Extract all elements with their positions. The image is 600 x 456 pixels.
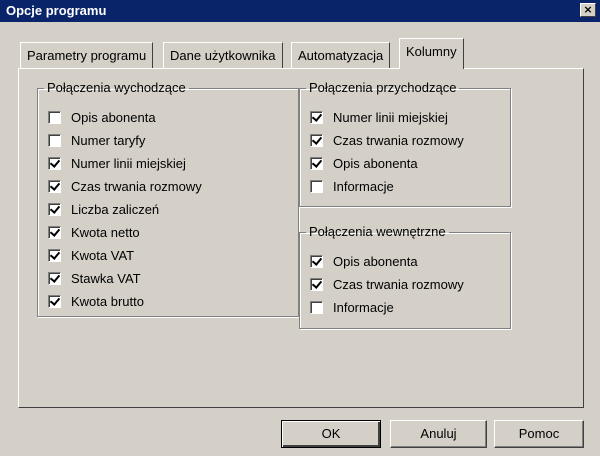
group-internal-title: Połączenia wewnętrzne	[309, 224, 446, 239]
checkbox-label: Liczba zaliczeń	[71, 201, 160, 217]
group-outgoing: Połączenia wychodzące Opis abonenta Nume…	[37, 81, 299, 317]
tab-automatyzacja[interactable]: Automatyzacja	[291, 42, 391, 68]
checkbox-row[interactable]: Czas trwania rozmowy	[48, 178, 202, 194]
close-icon: ×	[583, 3, 593, 16]
checkbox-row[interactable]: Numer linii miejskiej	[310, 109, 448, 125]
options-dialog: Opcje programu × Parametry programu Dane…	[0, 0, 600, 456]
checkbox[interactable]	[48, 294, 61, 308]
checkbox[interactable]	[310, 277, 323, 291]
group-incoming: Połączenia przychodzące Numer linii miej…	[299, 81, 511, 207]
checkbox-label: Opis abonenta	[333, 155, 418, 171]
group-incoming-title: Połączenia przychodzące	[309, 80, 457, 95]
checkbox-label: Czas trwania rozmowy	[333, 276, 464, 292]
checkbox[interactable]	[48, 202, 61, 216]
checkbox[interactable]	[310, 156, 323, 170]
title-bar[interactable]: Opcje programu ×	[0, 0, 600, 22]
checkbox[interactable]	[48, 248, 61, 262]
ok-button-label: OK	[321, 426, 341, 441]
group-outgoing-title: Połączenia wychodzące	[47, 80, 186, 95]
checkbox-label: Czas trwania rozmowy	[333, 132, 464, 148]
close-button[interactable]: ×	[580, 3, 596, 17]
checkbox-label: Numer linii miejskiej	[71, 155, 186, 171]
checkbox-label: Informacje	[333, 299, 394, 315]
checkbox-label: Kwota VAT	[71, 247, 135, 263]
checkbox-row[interactable]: Kwota brutto	[48, 293, 144, 309]
checkbox[interactable]	[48, 110, 61, 124]
checkbox-row[interactable]: Stawka VAT	[48, 270, 141, 286]
cancel-button-label: Anuluj	[420, 426, 457, 441]
checkbox[interactable]	[48, 225, 61, 239]
tab-kolumny[interactable]: Kolumny	[399, 38, 464, 69]
checkbox[interactable]	[48, 179, 61, 193]
checkbox[interactable]	[310, 110, 323, 124]
checkbox-label: Kwota netto	[71, 224, 140, 240]
checkbox-row[interactable]: Informacje	[310, 178, 394, 194]
checkbox-row[interactable]: Numer taryfy	[48, 132, 145, 148]
tab-label: Automatyzacja	[298, 48, 384, 63]
cancel-button[interactable]: Anuluj	[390, 420, 487, 448]
tab-dane-uzytkownika[interactable]: Dane użytkownika	[163, 42, 283, 68]
checkbox-row[interactable]: Czas trwania rozmowy	[310, 132, 464, 148]
tab-label: Dane użytkownika	[170, 48, 276, 63]
tab-label: Parametry programu	[27, 48, 147, 63]
checkbox-label: Kwota brutto	[71, 293, 144, 309]
checkbox-row[interactable]: Numer linii miejskiej	[48, 155, 186, 171]
help-button[interactable]: Pomoc	[494, 420, 584, 448]
checkbox-label: Czas trwania rozmowy	[71, 178, 202, 194]
checkbox[interactable]	[310, 300, 323, 314]
checkbox[interactable]	[48, 133, 61, 147]
checkbox-row[interactable]: Informacje	[310, 299, 394, 315]
checkbox-label: Numer taryfy	[71, 132, 146, 148]
checkbox[interactable]	[310, 254, 323, 268]
tab-parametry-programu[interactable]: Parametry programu	[20, 42, 154, 68]
group-internal: Połączenia wewnętrzne Opis abonenta Czas…	[299, 225, 511, 329]
checkbox-row[interactable]: Liczba zaliczeń	[48, 201, 159, 217]
checkbox-row[interactable]: Kwota netto	[48, 224, 140, 240]
checkbox[interactable]	[48, 271, 61, 285]
checkbox-label: Informacje	[333, 178, 394, 194]
checkbox-row[interactable]: Opis abonenta	[310, 155, 418, 171]
checkbox-label: Opis abonenta	[333, 253, 418, 269]
tab-panel-kolumny: Połączenia wychodzące Opis abonenta Nume…	[18, 68, 584, 408]
help-button-label: Pomoc	[518, 426, 560, 441]
checkbox-row[interactable]: Opis abonenta	[48, 109, 156, 125]
checkbox[interactable]	[310, 133, 323, 147]
window-title: Opcje programu	[6, 3, 107, 18]
checkbox[interactable]	[310, 179, 323, 193]
checkbox-label: Numer linii miejskiej	[333, 109, 448, 125]
ok-button[interactable]: OK	[281, 420, 381, 448]
checkbox[interactable]	[48, 156, 61, 170]
checkbox-row[interactable]: Kwota VAT	[48, 247, 134, 263]
tab-label: Kolumny	[406, 44, 457, 59]
checkbox-row[interactable]: Opis abonenta	[310, 253, 418, 269]
checkbox-label: Opis abonenta	[71, 109, 156, 125]
checkbox-row[interactable]: Czas trwania rozmowy	[310, 276, 464, 292]
checkbox-label: Stawka VAT	[71, 270, 141, 286]
